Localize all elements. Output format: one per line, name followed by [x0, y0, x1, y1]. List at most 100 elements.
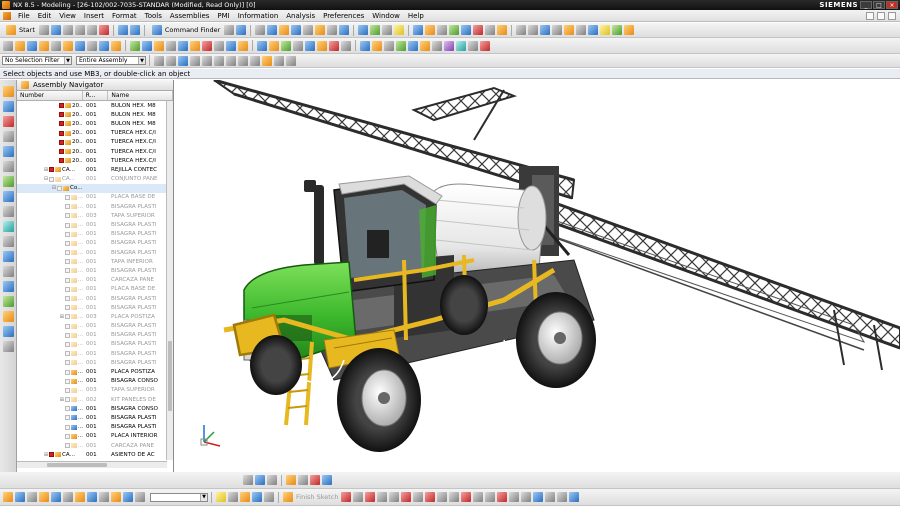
- sketch-studio-spline-icon[interactable]: [449, 492, 460, 502]
- sketch-point-icon[interactable]: [437, 492, 448, 502]
- perspective-icon[interactable]: [303, 25, 314, 35]
- show-hide-icon[interactable]: [370, 25, 381, 35]
- zoom-icon[interactable]: [267, 25, 278, 35]
- cylinder-icon[interactable]: [528, 25, 539, 35]
- sketch-style-icon[interactable]: [87, 492, 97, 502]
- navigator-row[interactable]: ... 001 BISAGRA PLASTI: [17, 220, 167, 229]
- view-orient-icon[interactable]: [339, 25, 350, 35]
- datum-axis-icon[interactable]: [51, 40, 61, 51]
- arrangement-icon[interactable]: [420, 40, 430, 51]
- cut-icon[interactable]: [62, 25, 73, 35]
- navigator-row[interactable]: 20...001 TUERCA HEX.C/I: [17, 147, 167, 156]
- sketch-fillet-icon[interactable]: [401, 492, 412, 502]
- wireframe-icon[interactable]: [327, 25, 338, 35]
- sketch-name-dropdown[interactable]: ▼: [150, 492, 208, 502]
- column-number[interactable]: Number: [17, 91, 83, 100]
- visibility-checkbox[interactable]: [64, 323, 70, 329]
- routing-icon[interactable]: [456, 40, 466, 51]
- command-finder-button[interactable]: Command Finder: [148, 24, 223, 36]
- sketch-circle-icon[interactable]: [377, 492, 388, 502]
- constraint-navigator-tab-icon[interactable]: [2, 101, 14, 112]
- start-button[interactable]: Start: [2, 24, 38, 36]
- trim-body-icon[interactable]: [178, 40, 188, 51]
- sketch-dimension-icon[interactable]: [255, 475, 265, 485]
- menu-view[interactable]: View: [55, 12, 80, 20]
- sketch-extend-icon[interactable]: [485, 492, 496, 502]
- finish-sketch-icon[interactable]: [283, 492, 293, 502]
- scrollbar-thumb[interactable]: [47, 463, 107, 467]
- menu-edit[interactable]: Edit: [34, 12, 56, 20]
- navigator-row[interactable]: ... 001 BISAGRA CONSO: [17, 404, 167, 413]
- navigator-row[interactable]: ⊞... 002 KIT PANELES DE: [17, 395, 167, 404]
- document-icon[interactable]: [2, 341, 14, 352]
- motion-icon[interactable]: [444, 40, 454, 51]
- visibility-checkbox[interactable]: [64, 231, 70, 237]
- visibility-checkbox[interactable]: [64, 387, 70, 393]
- blend-icon[interactable]: [461, 25, 472, 35]
- navigator-row[interactable]: ... 001 BISAGRA PLASTI: [17, 248, 167, 257]
- inventory-icon[interactable]: [111, 492, 121, 502]
- component-pattern-icon[interactable]: [317, 40, 327, 51]
- layer-icon[interactable]: [358, 25, 369, 35]
- navigator-row[interactable]: ... 001 BISAGRA PLASTI: [17, 340, 167, 349]
- navigator-row[interactable]: ... 001 TAPA INFERIOR: [17, 257, 167, 266]
- sketch-auto-dimension-icon[interactable]: [569, 492, 580, 502]
- select-all-icon[interactable]: [166, 55, 176, 66]
- visibility-checkbox[interactable]: [64, 268, 70, 274]
- new-part-icon[interactable]: [3, 40, 13, 51]
- touch-mode-icon[interactable]: [224, 25, 235, 35]
- assembly-navigator-tab-icon[interactable]: [2, 86, 14, 97]
- visibility-checkbox[interactable]: [64, 424, 70, 430]
- navigator-row[interactable]: ... 001 BISAGRA PLASTI: [17, 349, 167, 358]
- close-icon[interactable]: ×: [886, 1, 898, 9]
- snap-quadrant-icon[interactable]: [214, 55, 224, 66]
- snap-control-icon[interactable]: [250, 55, 260, 66]
- sketch-line-icon[interactable]: [353, 492, 364, 502]
- snap-endpoint-icon[interactable]: [178, 55, 188, 66]
- visibility-checkbox[interactable]: [49, 167, 54, 173]
- snap-intersect-icon[interactable]: [226, 55, 236, 66]
- system-materials-tab-icon[interactable]: [2, 191, 14, 202]
- cone-icon[interactable]: [552, 25, 563, 35]
- new-file-icon[interactable]: [38, 25, 49, 35]
- doc-close-icon[interactable]: [888, 11, 896, 20]
- pattern-icon[interactable]: [497, 25, 508, 35]
- replace-face-icon[interactable]: [238, 40, 248, 51]
- menu-tools[interactable]: Tools: [141, 12, 166, 20]
- visibility-checkbox[interactable]: [59, 112, 64, 118]
- navigator-row[interactable]: 20...001 TUERCA HEX.C/I: [17, 129, 167, 138]
- extrude-icon[interactable]: [425, 25, 436, 35]
- snap-center-icon[interactable]: [202, 55, 212, 66]
- doc-restore-icon[interactable]: [877, 11, 885, 20]
- open-part-icon[interactable]: [15, 40, 25, 51]
- sketch-relation-icon[interactable]: [267, 475, 277, 485]
- snap-icon[interactable]: [286, 475, 296, 485]
- move-face-icon[interactable]: [226, 40, 236, 51]
- point-icon[interactable]: [75, 40, 85, 51]
- visibility-checkbox[interactable]: [64, 415, 70, 421]
- doc-minimize-icon[interactable]: [866, 11, 874, 20]
- split-body-icon[interactable]: [202, 40, 212, 51]
- visibility-checkbox[interactable]: [59, 139, 64, 145]
- part-navigator-tab-icon[interactable]: [2, 116, 14, 127]
- subtract-icon[interactable]: [576, 25, 587, 35]
- menu-information[interactable]: Information: [234, 12, 283, 20]
- visibility-checkbox[interactable]: [59, 149, 64, 155]
- visibility-checkbox[interactable]: [59, 158, 64, 164]
- navigator-row[interactable]: ⊞... 003 PLACA POSTIZA: [17, 312, 167, 321]
- spline-icon[interactable]: [111, 40, 121, 51]
- palette-icon[interactable]: [2, 266, 14, 277]
- visibility-checkbox[interactable]: [64, 259, 70, 265]
- roles-tab-icon[interactable]: [2, 221, 14, 232]
- visibility-checkbox[interactable]: [64, 341, 70, 347]
- shell-icon[interactable]: [485, 25, 496, 35]
- animate-dimension-icon[interactable]: [135, 492, 145, 502]
- hole-icon[interactable]: [449, 25, 460, 35]
- sketch-geometric-constraint-icon[interactable]: [533, 492, 544, 502]
- pmi-icon[interactable]: [480, 40, 490, 51]
- navigator-row[interactable]: ... 001 BISAGRA PLASTI: [17, 423, 167, 432]
- undo-icon[interactable]: [117, 25, 128, 35]
- pan-icon[interactable]: [291, 25, 302, 35]
- sketch-polygon-icon[interactable]: [425, 492, 436, 502]
- snap-onpoint-icon[interactable]: [238, 55, 248, 66]
